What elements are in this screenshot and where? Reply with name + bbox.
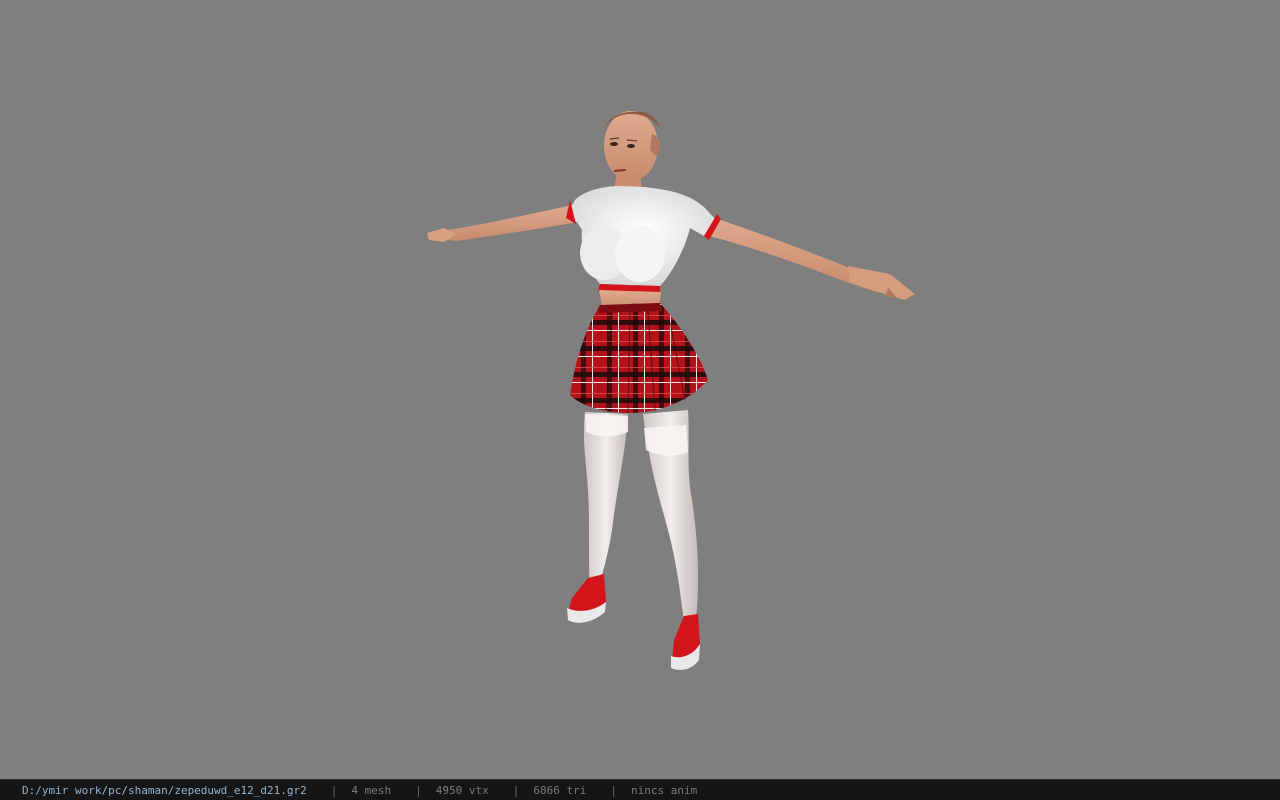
right-leg (643, 410, 699, 622)
crop-top-shirt (566, 186, 721, 293)
left-sneaker (567, 574, 606, 623)
animation-status-label: nincs anim (631, 783, 698, 797)
head (604, 111, 660, 192)
right-sneaker (671, 614, 700, 670)
3d-viewport[interactable] (0, 0, 1280, 779)
character-model[interactable] (0, 0, 1280, 779)
status-bar: D:/ymir work/pc/shaman/zepeduwd_e12_d21.… (0, 779, 1280, 800)
left-arm (427, 205, 578, 242)
left-leg (583, 412, 628, 590)
plaid-skirt (570, 303, 708, 414)
separator: | (330, 783, 338, 797)
mesh-count-label: 4 mesh (351, 783, 392, 797)
vertex-count-label: 4950 vtx (435, 783, 489, 797)
separator: | (415, 783, 422, 797)
separator: | (512, 783, 520, 797)
file-path-label: D:/ymir work/pc/shaman/zepeduwd_e12_d21.… (22, 783, 307, 797)
triangle-count-label: 6866 tri (533, 783, 587, 797)
separator: | (610, 783, 617, 797)
right-arm (705, 215, 915, 300)
